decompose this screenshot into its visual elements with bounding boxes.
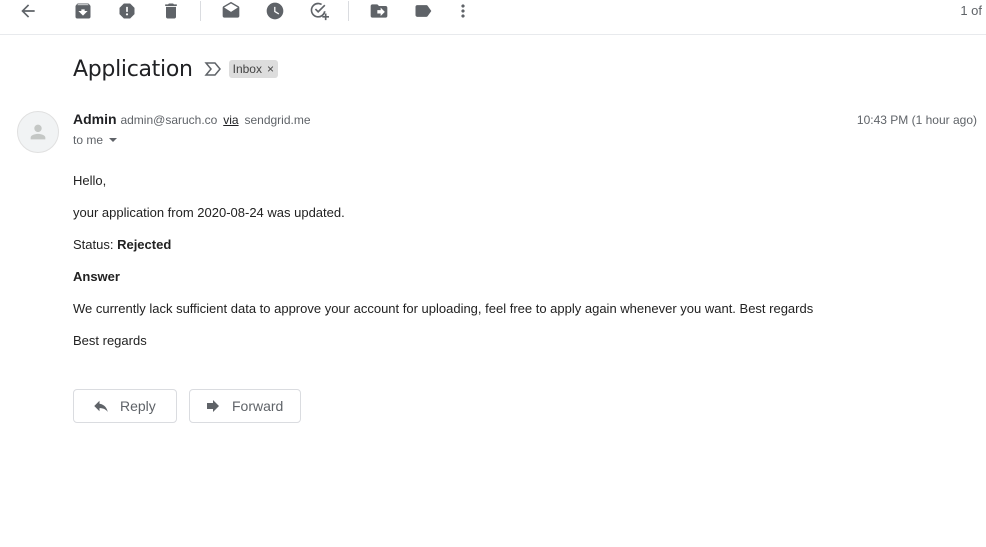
page-count: 1 of: [960, 3, 982, 18]
reply-icon: [94, 400, 108, 412]
toolbar-divider: [200, 1, 201, 21]
message-toolbar: 1 of: [0, 0, 986, 35]
more-vert-icon[interactable]: [451, 0, 475, 22]
body-update-line: your application from 2020-08-24 was upd…: [73, 205, 345, 220]
forward-button[interactable]: Forward: [189, 389, 301, 423]
via-link[interactable]: via: [223, 113, 238, 127]
sender-avatar[interactable]: [17, 111, 59, 153]
report-spam-icon[interactable]: [115, 0, 139, 22]
subject-row: Application Inbox ×: [73, 54, 278, 84]
body-greeting: Hello,: [73, 173, 107, 188]
recipient-text: to me: [73, 133, 104, 147]
status-value: Rejected: [117, 237, 172, 252]
via-domain: sendgrid.me: [244, 113, 311, 127]
sender-line: Admin admin@saruch.co via sendgrid.me: [73, 111, 311, 127]
show-details-icon[interactable]: [109, 138, 118, 142]
remove-label-icon[interactable]: ×: [267, 62, 274, 76]
sender-email: admin@saruch.co: [120, 113, 218, 127]
recipient-details[interactable]: to me: [73, 133, 118, 147]
person-icon: [30, 124, 46, 140]
add-to-tasks-icon[interactable]: [307, 0, 331, 22]
reply-button[interactable]: Reply: [73, 389, 177, 423]
move-to-icon[interactable]: [367, 0, 391, 22]
subject-heading: Application: [73, 56, 193, 82]
status-label: Status:: [73, 237, 118, 252]
body-status-line: Status: Rejected: [73, 237, 171, 252]
answer-heading: Answer: [73, 269, 120, 284]
forward-icon: [207, 400, 219, 412]
body-signoff: Best regards: [73, 333, 147, 348]
archive-icon[interactable]: [71, 0, 95, 22]
mark-unread-icon[interactable]: [219, 0, 243, 22]
forward-label: Forward: [232, 398, 284, 414]
label-chip-text: Inbox: [232, 62, 262, 76]
reply-label: Reply: [120, 398, 156, 414]
label-icon[interactable]: [411, 0, 435, 22]
answer-text: We currently lack sufficient data to app…: [73, 301, 814, 316]
sender-name[interactable]: Admin: [73, 111, 117, 127]
toolbar-divider: [348, 1, 349, 21]
inbox-label-chip[interactable]: Inbox ×: [228, 60, 278, 78]
snooze-icon[interactable]: [263, 0, 287, 22]
message-timestamp: 10:43 PM (1 hour ago): [856, 113, 977, 127]
delete-icon[interactable]: [159, 0, 183, 22]
importance-marker-icon[interactable]: [203, 59, 223, 79]
back-arrow-icon[interactable]: [16, 0, 40, 22]
